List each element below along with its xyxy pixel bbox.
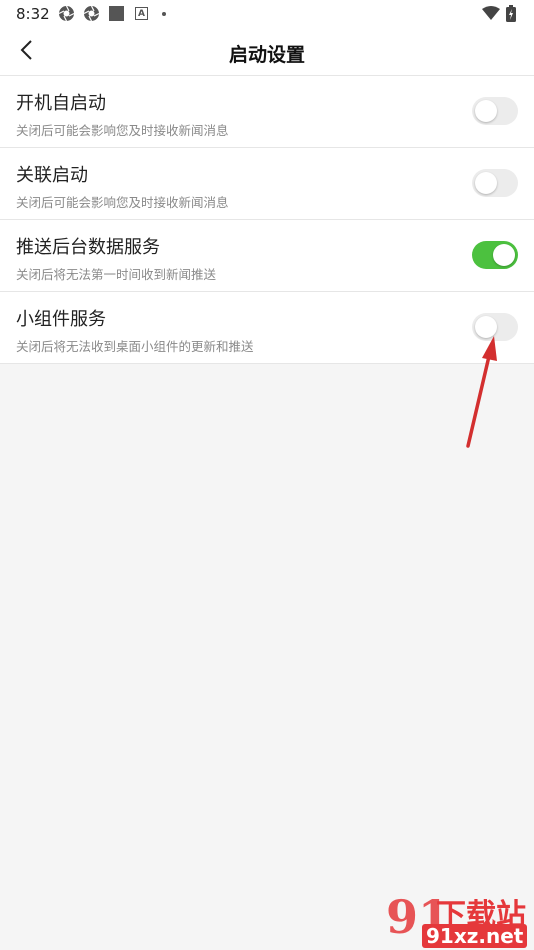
status-bar: 8:32 A — [0, 0, 534, 28]
status-icons: A — [58, 5, 166, 22]
wifi-icon — [482, 6, 500, 25]
widget-service-toggle[interactable] — [472, 313, 518, 341]
square-icon — [108, 5, 125, 22]
aperture-icon — [83, 5, 100, 22]
watermark-logo: 91 下载站 91xz.net — [386, 890, 534, 950]
toggle-knob — [493, 244, 515, 266]
setting-title: 小组件服务 — [16, 309, 106, 330]
setting-row-boot-autostart: 开机自启动 关闭后可能会影响您及时接收新闻消息 — [0, 76, 534, 148]
toggle-knob — [475, 100, 497, 122]
setting-row-linked-launch: 关联启动 关闭后可能会影响您及时接收新闻消息 — [0, 148, 534, 220]
settings-list: 开机自启动 关闭后可能会影响您及时接收新闻消息 关联启动 关闭后可能会影响您及时… — [0, 76, 534, 364]
toggle-knob — [475, 316, 497, 338]
setting-title: 推送后台数据服务 — [16, 237, 160, 258]
setting-description: 关闭后可能会影响您及时接收新闻消息 — [16, 195, 229, 210]
linked-launch-toggle[interactable] — [472, 169, 518, 197]
setting-description: 关闭后可能会影响您及时接收新闻消息 — [16, 123, 229, 138]
setting-description: 关闭后将无法第一时间收到新闻推送 — [16, 267, 217, 282]
status-time: 8:32 — [16, 5, 50, 23]
setting-description: 关闭后将无法收到桌面小组件的更新和推送 — [16, 339, 254, 354]
app-header: 启动设置 — [0, 28, 534, 76]
setting-title: 开机自启动 — [16, 93, 106, 114]
toggle-knob — [475, 172, 497, 194]
setting-row-push-background-service: 推送后台数据服务 关闭后将无法第一时间收到新闻推送 — [0, 220, 534, 292]
watermark-url: 91xz.net — [422, 924, 528, 948]
page-title: 启动设置 — [228, 44, 305, 66]
status-right — [482, 5, 516, 26]
setting-title: 关联启动 — [16, 165, 88, 186]
setting-row-widget-service: 小组件服务 关闭后将无法收到桌面小组件的更新和推送 — [0, 292, 534, 364]
boot-autostart-toggle[interactable] — [472, 97, 518, 125]
a-icon: A — [133, 5, 150, 22]
dot-icon — [162, 11, 166, 16]
battery-icon — [506, 5, 516, 26]
aperture-icon — [58, 5, 75, 22]
push-background-service-toggle[interactable] — [472, 241, 518, 269]
